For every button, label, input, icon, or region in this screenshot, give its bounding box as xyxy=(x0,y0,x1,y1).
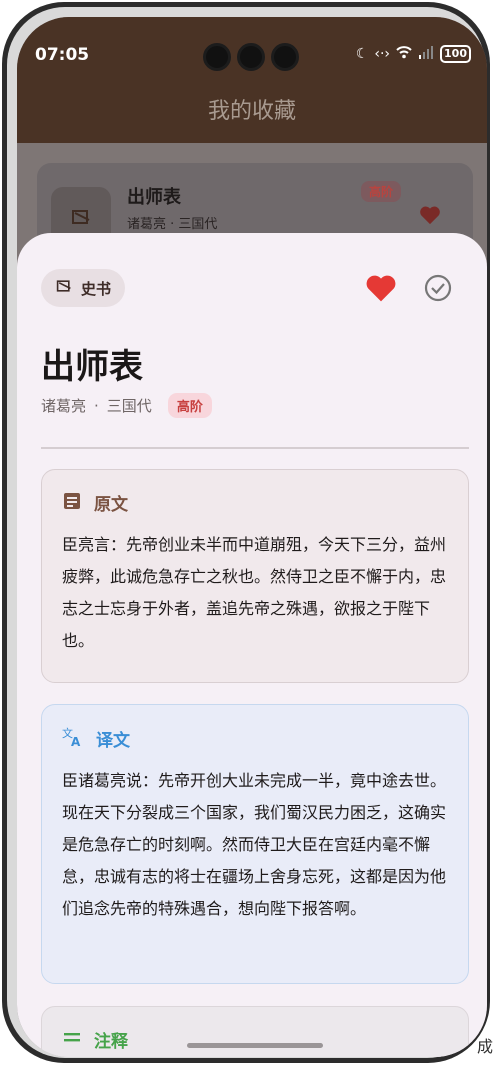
document-icon xyxy=(62,491,82,515)
translation-text: 臣诸葛亮说：先帝开创大业未完成一半，竟中途去世。现在天下分裂成三个国家，我们蜀汉… xyxy=(62,771,447,918)
divider xyxy=(41,447,469,449)
home-indicator[interactable] xyxy=(187,1043,323,1048)
section-title: 译文 xyxy=(96,730,130,751)
device-screenshot: 07:05 ☾ ‹·› 100 我的收藏 出师表 诸葛亮 · 三国代 高阶 史书… xyxy=(0,0,493,1065)
camera-icon xyxy=(271,43,299,71)
meta-separator: · xyxy=(94,396,99,415)
favorite-button[interactable] xyxy=(365,273,397,305)
card-title: 出师表 xyxy=(127,187,181,208)
heart-icon[interactable] xyxy=(419,205,441,229)
heart-icon xyxy=(366,275,396,302)
wifi-icon xyxy=(396,45,412,63)
svg-text:A: A xyxy=(71,735,81,747)
camera-island xyxy=(203,43,309,71)
work-title: 出师表 xyxy=(41,347,143,387)
camera-icon xyxy=(203,43,231,71)
dynasty-name: 三国代 xyxy=(106,397,152,415)
book-icon xyxy=(55,278,73,298)
corner-text: 成 xyxy=(476,1037,493,1056)
category-label: 史书 xyxy=(81,279,112,298)
original-text: 臣亮言：先帝创业未半而中道崩殂，今天下三分，益州疲弊，此诚危急存亡之秋也。然侍卫… xyxy=(62,535,447,650)
page-title: 我的收藏 xyxy=(207,99,296,124)
translate-icon: 文A xyxy=(62,725,84,751)
signal-icon xyxy=(418,45,434,63)
data-transfer-icon: ‹·› xyxy=(374,46,391,62)
author-name: 诸葛亮 xyxy=(41,397,87,415)
moon-icon: ☾ xyxy=(355,46,369,62)
section-title: 原文 xyxy=(94,495,128,515)
work-meta: 诸葛亮 · 三国代 高阶 xyxy=(41,393,212,418)
section-title: 注释 xyxy=(94,1032,128,1052)
detail-sheet: 史书 出师表 诸葛亮 · 三国代 高阶 原文 臣亮言：先帝创业未半而中道崩殂，今… xyxy=(17,233,487,1057)
check-circle-icon xyxy=(424,274,452,302)
mark-learned-button[interactable] xyxy=(423,273,455,305)
phone-bezel: 07:05 ☾ ‹·› 100 我的收藏 出师表 诸葛亮 · 三国代 高阶 史书… xyxy=(7,7,487,1058)
notes-section: 注释 xyxy=(41,1006,469,1057)
app-bar: 07:05 ☾ ‹·› 100 我的收藏 xyxy=(17,17,487,143)
original-text-section: 原文 臣亮言：先帝创业未半而中道崩殂，今天下三分，益州疲弊，此诚危急存亡之秋也。… xyxy=(41,469,469,683)
translation-section: 文A 译文 臣诸葛亮说：先帝开创大业未完成一半，竟中途去世。现在天下分裂成三个国… xyxy=(41,704,469,984)
level-badge: 高阶 xyxy=(361,181,402,202)
battery-icon: 100 xyxy=(440,45,471,63)
camera-icon xyxy=(237,43,265,71)
category-chip: 史书 xyxy=(41,269,126,307)
card-meta: 诸葛亮 · 三国代 xyxy=(127,217,218,232)
status-icons: ☾ ‹·› 100 xyxy=(356,45,471,63)
status-time: 07:05 xyxy=(35,45,90,65)
phone-frame: 07:05 ☾ ‹·› 100 我的收藏 出师表 诸葛亮 · 三国代 高阶 史书… xyxy=(2,2,490,1063)
list-icon xyxy=(62,1028,82,1052)
screen: 07:05 ☾ ‹·› 100 我的收藏 出师表 诸葛亮 · 三国代 高阶 史书… xyxy=(17,17,487,1057)
level-badge: 高阶 xyxy=(167,393,212,418)
